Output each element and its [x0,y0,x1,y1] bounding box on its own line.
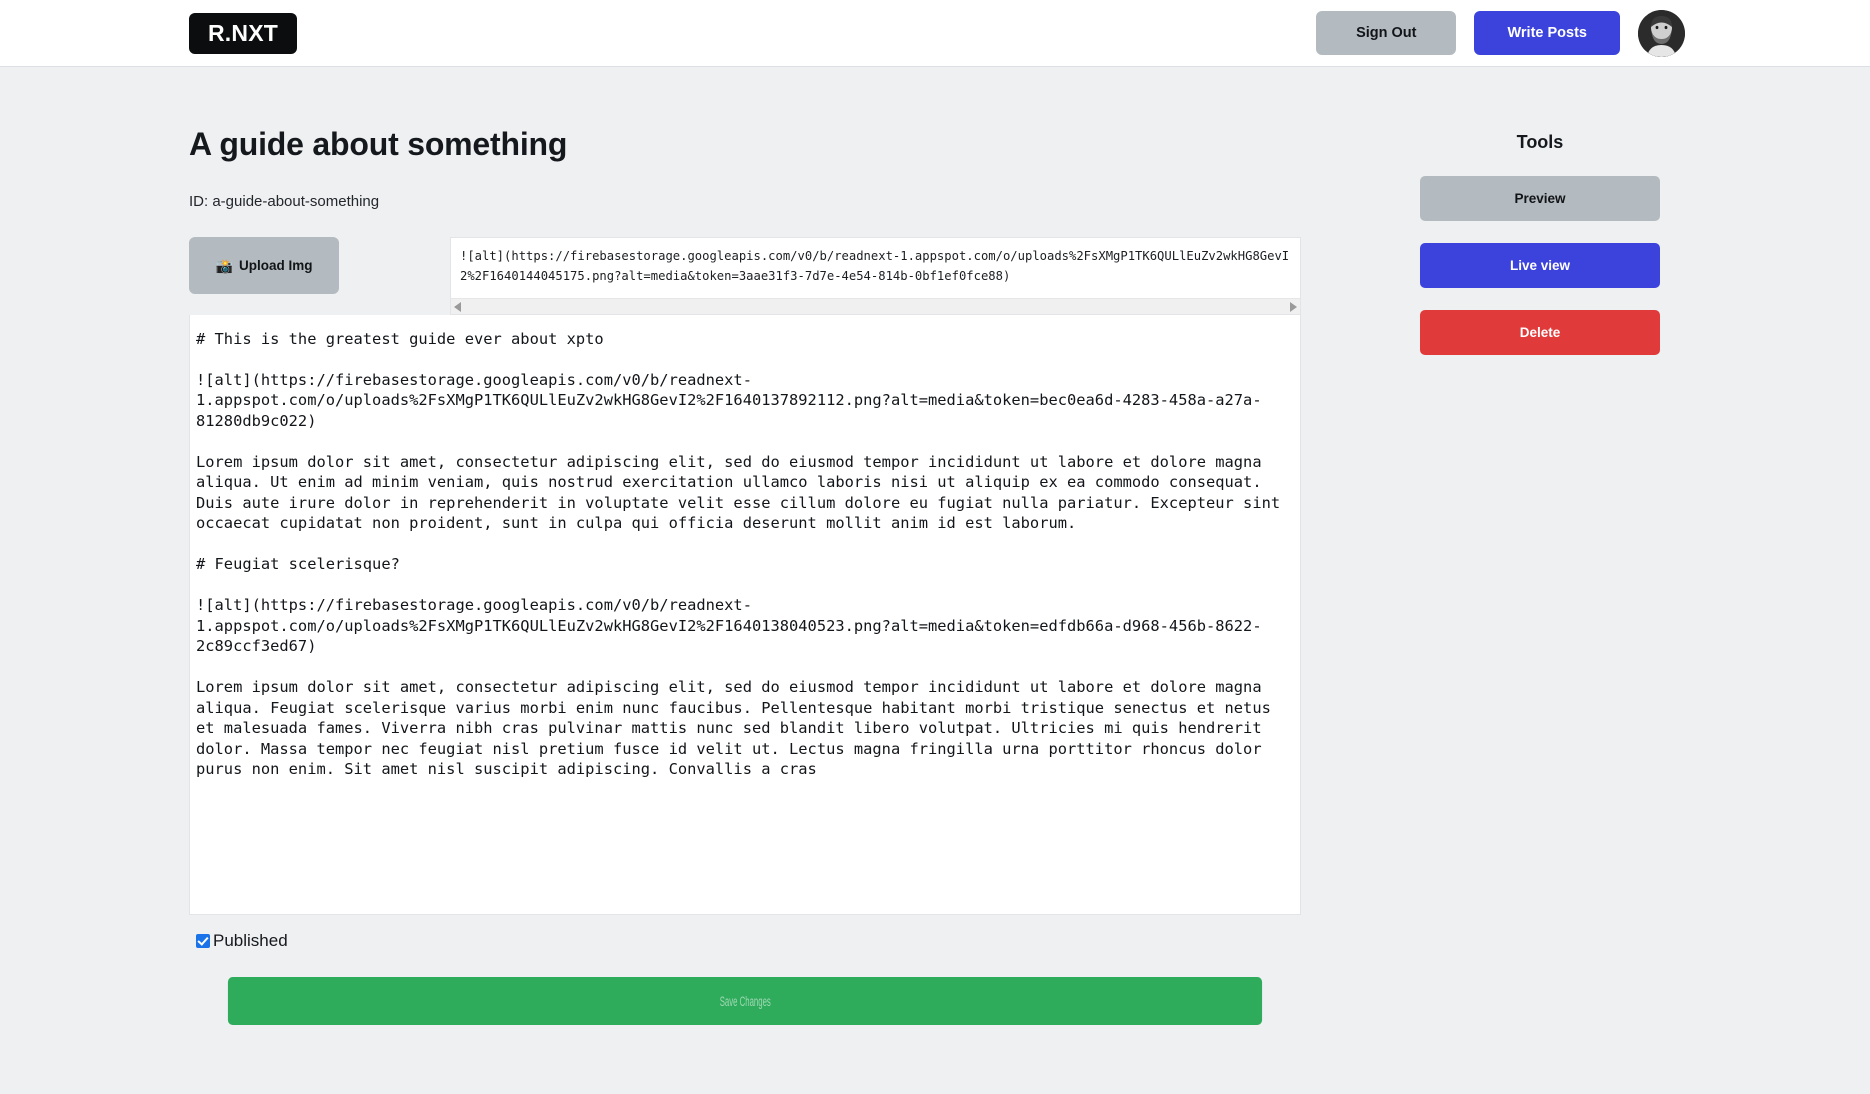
scroll-left-arrow-icon[interactable] [454,301,461,312]
markdown-editor-text: # This is the greatest guide ever about … [196,330,1281,779]
editor-column: A guide about something ID: a-guide-abou… [189,124,1301,1025]
live-view-button[interactable]: Live view [1420,243,1660,288]
app-header: R.NXT Sign Out Write Posts [0,0,1870,67]
published-label: Published [213,931,288,950]
uploaded-image-url-text: ![alt](https://firebasestorage.googleapi… [460,249,1290,283]
published-row: Published [189,931,1301,951]
save-changes-button[interactable]: Save Changes [227,977,1263,1025]
page-title: A guide about something [189,126,568,162]
avatar[interactable] [1638,9,1685,57]
header-actions: Sign Out Write Posts [1316,9,1685,57]
write-posts-button[interactable]: Write Posts [1474,10,1620,56]
tools-panel: Tools Preview Live view Delete [1420,124,1660,1025]
delete-button[interactable]: Delete [1420,310,1660,355]
save-changes-label: Save Changes [719,993,771,1009]
markdown-editor[interactable]: # This is the greatest guide ever about … [189,315,1301,915]
published-checkbox[interactable] [196,934,210,948]
tools-title: Tools [1516,132,1564,152]
sign-out-button[interactable]: Sign Out [1316,10,1457,56]
upload-row: 📸 Upload Img ![alt](https://firebasestor… [189,237,1301,315]
page-body: A guide about something ID: a-guide-abou… [0,67,1870,1025]
app-logo[interactable]: R.NXT [189,12,297,54]
upload-img-button[interactable]: 📸 Upload Img [189,237,339,294]
preview-button[interactable]: Preview [1420,176,1660,221]
url-box-horizontal-scrollbar[interactable] [451,298,1300,314]
uploaded-image-url-box[interactable]: ![alt](https://firebasestorage.googleapi… [450,237,1301,315]
scroll-right-arrow-icon[interactable] [1290,301,1297,312]
post-id-label: ID: a-guide-about-something [189,193,380,210]
upload-img-label: Upload Img [238,258,313,273]
camera-icon: 📸 [215,257,233,274]
